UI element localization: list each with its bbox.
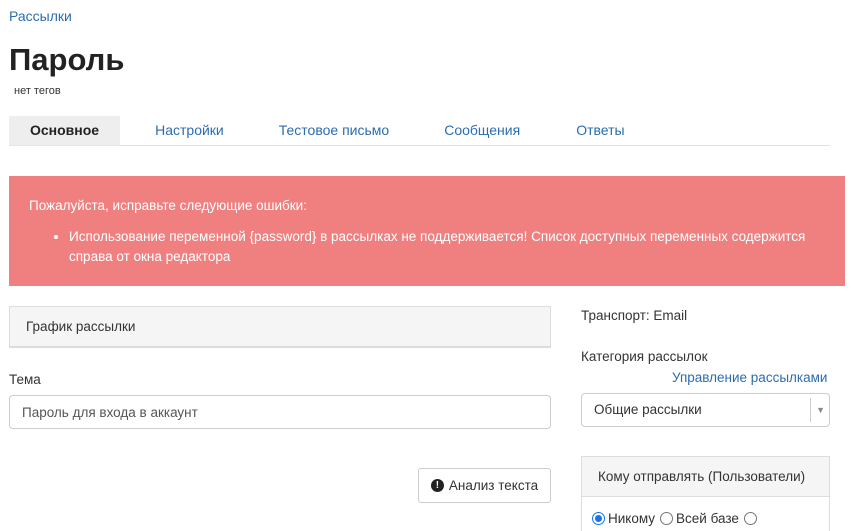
schedule-panel[interactable]: График рассылки [9,306,551,348]
recipients-title: Кому отправлять (Пользователи) [582,457,829,497]
tags-text: нет тегов [14,85,61,97]
radio-all-base-label: Всей базе [676,511,739,526]
analyze-text-button[interactable]: ! Анализ текста [418,468,551,503]
error-alert: Пожалуйста, исправьте следующие ошибки: … [9,176,845,286]
category-select-value: Общие рассылки [594,402,702,417]
page-title: Пароль [9,42,125,77]
tab-main[interactable]: Основное [9,116,121,145]
recipients-options: Никому Всей базе [592,511,760,526]
recipients-box: Кому отправлять (Пользователи) Никому Вс… [581,456,830,531]
tab-replies[interactable]: Ответы [548,116,645,145]
category-select[interactable]: Общие рассылки ▼ [581,393,830,427]
schedule-panel-title: График рассылки [26,319,136,334]
tab-bar: Основное Настройки Тестовое письмо Сообщ… [9,116,830,146]
subject-label: Тема [9,372,41,387]
alert-list: Использование переменной {password} в ра… [49,227,839,267]
category-label: Категория рассылок [581,349,708,364]
select-divider [810,398,811,422]
radio-all-base[interactable] [660,512,674,525]
tab-messages[interactable]: Сообщения [416,116,548,145]
manage-mailings-link[interactable]: Управление рассылками [672,370,827,385]
radio-nobody[interactable] [592,512,605,525]
alert-item: Использование переменной {password} в ра… [69,227,839,267]
breadcrumb-link[interactable]: Рассылки [9,8,72,24]
analyze-text-label: Анализ текста [448,478,539,493]
alert-title: Пожалуйста, исправьте следующие ошибки: [29,198,307,213]
radio-nobody-label: Никому [608,511,656,526]
exclamation-circle-icon: ! [430,479,444,492]
tab-test-email[interactable]: Тестовое письмо [251,116,416,145]
tab-settings[interactable]: Настройки [120,116,251,145]
radio-third-option[interactable] [743,512,757,525]
subject-input[interactable] [9,395,551,429]
caret-down-icon: ▼ [816,405,825,415]
transport-text: Транспорт: Email [581,308,688,323]
